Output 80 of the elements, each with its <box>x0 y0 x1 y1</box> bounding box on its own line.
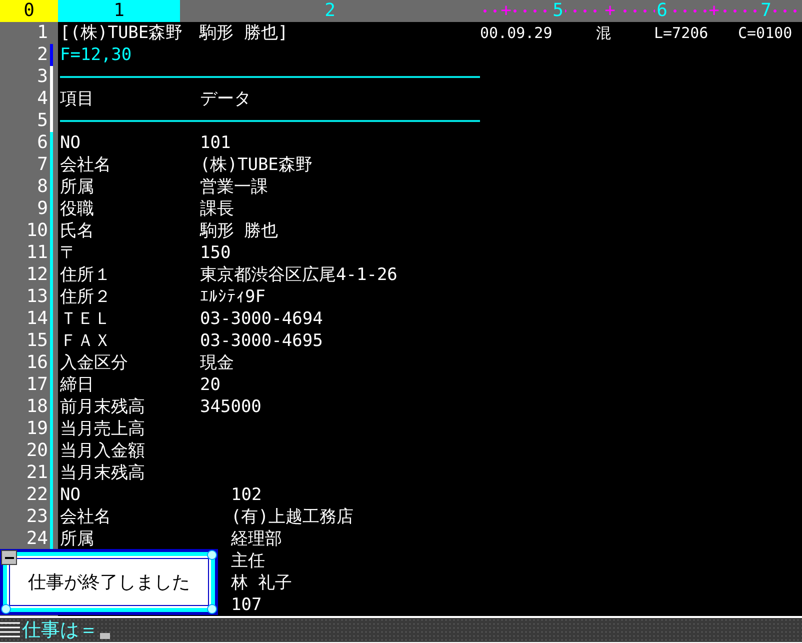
item-label: 所属 <box>60 176 95 198</box>
line-number: 15 <box>25 330 49 352</box>
line-number: 23 <box>25 506 49 528</box>
ruler-column-marker: 1 <box>58 0 180 22</box>
line-number: 2 <box>36 44 49 66</box>
item-value: データ <box>200 88 251 110</box>
item-label: NO <box>60 484 82 506</box>
item-label: 役職 <box>60 198 95 220</box>
corner-handle-icon <box>207 550 217 560</box>
message-text: 仕事が終了しました <box>28 571 190 594</box>
item-label: 会社名 <box>60 506 112 528</box>
text-cursor <box>100 633 110 639</box>
item-value: (有)上越工務店 <box>231 506 354 528</box>
item-label: 所属 <box>60 528 95 550</box>
item-value: 03-3000-4694 <box>200 308 323 330</box>
item-value: 03-3000-4695 <box>200 330 323 352</box>
item-value: 20 <box>200 374 220 396</box>
line-number: 4 <box>36 88 49 110</box>
ruler-label: 2 <box>324 0 336 22</box>
item-label: 前月末残高 <box>60 396 146 418</box>
line-number: 22 <box>25 484 49 506</box>
item-value: ｴﾙｼﾃｨ9F <box>200 286 266 308</box>
item-label: 住所１ <box>60 264 112 286</box>
line-number: 10 <box>25 220 49 242</box>
line-number: 24 <box>25 528 49 550</box>
item-value: 営業一課 <box>200 176 268 198</box>
line-number: 12 <box>25 264 49 286</box>
item-value: 102 <box>231 484 262 506</box>
item-value: 主任 <box>231 550 265 572</box>
item-label: 締日 <box>60 374 95 396</box>
line-number: 5 <box>36 110 49 132</box>
command-prompt: 仕事は＝ <box>22 618 98 643</box>
line-number: 18 <box>25 396 49 418</box>
item-value: 345000 <box>200 396 262 418</box>
item-value: 林 礼子 <box>231 572 292 594</box>
line-number: 6 <box>36 132 49 154</box>
line-number: 1 <box>36 22 49 44</box>
item-value: 107 <box>231 594 262 616</box>
item-label: 会社名 <box>60 154 112 176</box>
item-value: 駒形 勝也 <box>200 220 278 242</box>
item-label: 〒 <box>60 242 78 264</box>
item-value: 現金 <box>200 352 234 374</box>
item-value: 課長 <box>200 198 234 220</box>
item-value: 150 <box>200 242 231 264</box>
header-text: [(株)TUBE森野 駒形 勝也] <box>60 22 290 44</box>
item-label: NO <box>60 132 82 154</box>
line-number: 11 <box>25 242 49 264</box>
item-value: (株)TUBE森野 <box>200 154 312 176</box>
line-number: 16 <box>25 352 49 374</box>
line-number: 13 <box>25 286 49 308</box>
item-label: 住所２ <box>60 286 112 308</box>
line-number: 21 <box>25 462 49 484</box>
line-number: 3 <box>36 66 49 88</box>
window-menu-icon[interactable] <box>1 550 17 565</box>
lines-icon <box>0 621 20 639</box>
item-label: 当月末残高 <box>60 462 146 484</box>
line-number: 19 <box>25 418 49 440</box>
status-field: L=7206 <box>654 22 738 44</box>
status-field: 混 <box>596 22 654 44</box>
format-text: F=12,30 <box>60 44 132 66</box>
item-label: 当月入金額 <box>60 440 146 462</box>
corner-handle-icon <box>1 604 11 614</box>
status-field: C=0100 <box>738 22 792 44</box>
line-number: 7 <box>36 154 49 176</box>
item-value: 東京都渋谷区広尾4-1-26 <box>200 264 398 286</box>
item-label: 項目 <box>60 88 95 110</box>
status-field: 00.09.29 <box>480 22 596 44</box>
item-label: 当月売上高 <box>60 418 146 440</box>
item-label: 氏名 <box>60 220 95 242</box>
line-number: 8 <box>36 176 49 198</box>
item-label: 入金区分 <box>60 352 129 374</box>
line-number: 14 <box>25 308 49 330</box>
item-label: ＴＥＬ <box>60 308 112 330</box>
item-value: 経理部 <box>231 528 282 550</box>
item-value: 101 <box>200 132 231 154</box>
line-number: 20 <box>25 440 49 462</box>
line-number: 17 <box>25 374 49 396</box>
corner-handle-icon <box>207 604 217 614</box>
item-label: ＦＡＸ <box>60 330 112 352</box>
line-number: 9 <box>36 198 49 220</box>
